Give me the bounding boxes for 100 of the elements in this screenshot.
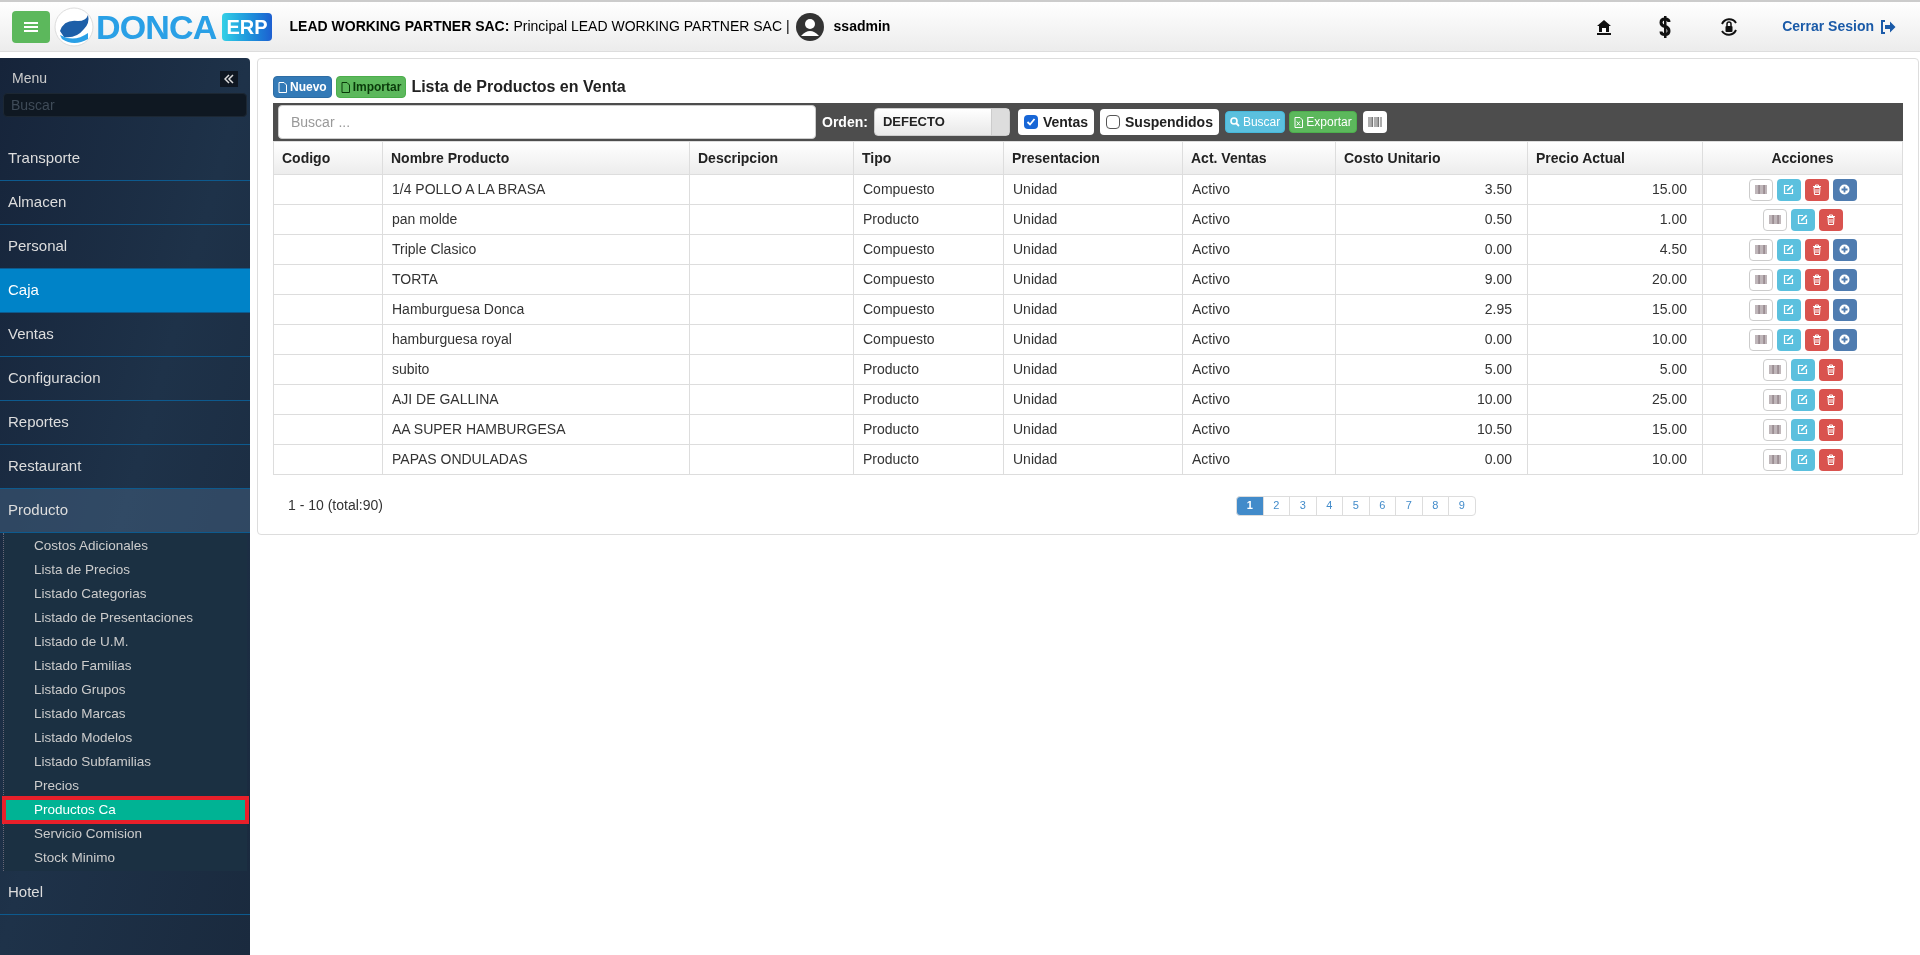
edit-button[interactable] xyxy=(1790,358,1815,381)
table-cell: Compuesto xyxy=(853,324,1004,355)
column-header: Descripcion xyxy=(689,141,854,175)
column-header: Precio Actual xyxy=(1527,141,1703,175)
delete-button[interactable] xyxy=(1804,328,1829,351)
add-button[interactable] xyxy=(1832,268,1857,291)
sidebar-item[interactable]: Ventas xyxy=(0,313,250,357)
product-search-field[interactable]: Buscar ... xyxy=(278,105,816,139)
page-link[interactable]: 3 xyxy=(1289,495,1317,516)
table-cell: Activo xyxy=(1182,264,1336,295)
page-link[interactable]: 7 xyxy=(1395,495,1423,516)
sidebar-item[interactable]: Caja xyxy=(0,269,250,313)
panel-title: Lista de Productos en Venta xyxy=(411,77,626,97)
page-link[interactable]: 1 xyxy=(1236,495,1264,516)
new-button[interactable]: Nuevo xyxy=(273,76,332,98)
edit-icon xyxy=(1783,274,1794,285)
add-button[interactable] xyxy=(1832,178,1857,201)
filter-checkbox[interactable]: Suspendidos xyxy=(1100,109,1219,135)
submenu-item[interactable]: Lista de Precios xyxy=(4,558,247,582)
add-button[interactable] xyxy=(1832,298,1857,321)
sidebar-item[interactable]: Transporte xyxy=(0,137,250,181)
table-cell: 4.50 xyxy=(1527,234,1703,265)
delete-button[interactable] xyxy=(1804,238,1829,261)
page-link[interactable]: 6 xyxy=(1368,495,1396,516)
edit-icon xyxy=(1783,304,1794,315)
sidebar-item[interactable]: Reportes xyxy=(0,401,250,445)
edit-button[interactable] xyxy=(1776,178,1801,201)
submenu-item[interactable]: Listado Categorias xyxy=(4,582,247,606)
edit-button[interactable] xyxy=(1790,208,1815,231)
barcode-icon xyxy=(1754,305,1767,314)
checkbox[interactable] xyxy=(1023,115,1038,129)
table-cell: Unidad xyxy=(1003,414,1183,445)
barcode-icon xyxy=(1754,275,1767,284)
submenu-item[interactable]: Stock Minimo xyxy=(4,846,247,870)
delete-button[interactable] xyxy=(1804,268,1829,291)
barcode-icon xyxy=(1768,395,1781,404)
add-button[interactable] xyxy=(1832,238,1857,261)
company-name: LEAD WORKING PARTNER SAC: xyxy=(289,17,510,36)
order-dropdown[interactable]: DEFECTO xyxy=(873,108,1010,136)
table-cell: Unidad xyxy=(1003,294,1183,325)
submenu-item[interactable]: Listado Familias xyxy=(4,654,247,678)
delete-button[interactable] xyxy=(1818,418,1843,441)
sidebar-item[interactable]: Almacen xyxy=(0,181,250,225)
logout-link[interactable]: Cerrar Sesion xyxy=(1782,16,1896,37)
filter-checkbox[interactable]: Ventas xyxy=(1017,109,1095,135)
delete-button[interactable] xyxy=(1818,208,1843,231)
submenu-item[interactable]: Listado de Presentaciones xyxy=(4,606,247,630)
add-button[interactable] xyxy=(1832,328,1857,351)
sidebar-item[interactable]: Configuracion xyxy=(0,357,250,401)
table-cell: Hamburguesa Donca xyxy=(382,294,690,325)
import-button[interactable]: Importar xyxy=(335,76,407,98)
trash-icon xyxy=(1811,244,1822,255)
barcode-icon xyxy=(1768,215,1781,224)
delete-button[interactable] xyxy=(1804,298,1829,321)
delete-button[interactable] xyxy=(1804,178,1829,201)
table-cell: 20.00 xyxy=(1527,264,1703,295)
submenu-item[interactable]: Listado Modelos xyxy=(4,726,247,750)
dollar-icon[interactable] xyxy=(1658,15,1673,38)
sidebar-item[interactable]: Hotel xyxy=(0,871,250,915)
barcode-icon xyxy=(1754,335,1767,344)
menu-button[interactable] xyxy=(12,10,50,43)
search-icon xyxy=(1229,117,1240,127)
submenu-item[interactable]: Listado Subfamilias xyxy=(4,750,247,774)
page-link[interactable]: 8 xyxy=(1421,495,1449,516)
trash-icon xyxy=(1811,184,1822,195)
submenu-item[interactable]: Listado Marcas xyxy=(4,702,247,726)
submenu-item[interactable]: Listado Grupos xyxy=(4,678,247,702)
table-cell: 10.50 xyxy=(1335,414,1528,445)
delete-button[interactable] xyxy=(1818,358,1843,381)
home-icon[interactable] xyxy=(1596,18,1613,35)
collapse-button[interactable] xyxy=(220,70,238,87)
sidebar-item[interactable]: Producto xyxy=(0,489,250,533)
delete-button[interactable] xyxy=(1818,388,1843,411)
table-cell: subito xyxy=(382,354,690,385)
edit-button[interactable] xyxy=(1776,298,1801,321)
checkbox[interactable] xyxy=(1106,115,1121,129)
table-cell: Activo xyxy=(1182,234,1336,265)
barcode-button[interactable] xyxy=(1362,111,1387,133)
page-link[interactable]: 9 xyxy=(1448,495,1476,516)
table-cell: Producto xyxy=(853,204,1004,235)
edit-button[interactable] xyxy=(1790,388,1815,411)
edit-button[interactable] xyxy=(1790,418,1815,441)
submenu-item[interactable]: Listado de U.M. xyxy=(4,630,247,654)
table-cell: Activo xyxy=(1182,354,1336,385)
delete-button[interactable] xyxy=(1818,448,1843,471)
sidebar-item[interactable]: Restaurant xyxy=(0,445,250,489)
submenu-item[interactable]: Servicio Comision xyxy=(4,822,247,846)
edit-button[interactable] xyxy=(1776,328,1801,351)
trash-icon xyxy=(1825,454,1836,465)
table-cell: 0.00 xyxy=(1335,234,1528,265)
submenu-item[interactable]: Precios xyxy=(4,774,247,798)
page-link[interactable]: 5 xyxy=(1342,495,1370,516)
edit-button[interactable] xyxy=(1776,238,1801,261)
edit-button[interactable] xyxy=(1790,448,1815,471)
table-cell: 3.50 xyxy=(1335,174,1528,205)
submenu-item[interactable]: Costos Adicionales xyxy=(4,534,247,558)
table-cell: Triple Clasico xyxy=(382,234,690,265)
page-link[interactable]: 4 xyxy=(1315,495,1343,516)
page-link[interactable]: 2 xyxy=(1262,495,1290,516)
edit-button[interactable] xyxy=(1776,268,1801,291)
